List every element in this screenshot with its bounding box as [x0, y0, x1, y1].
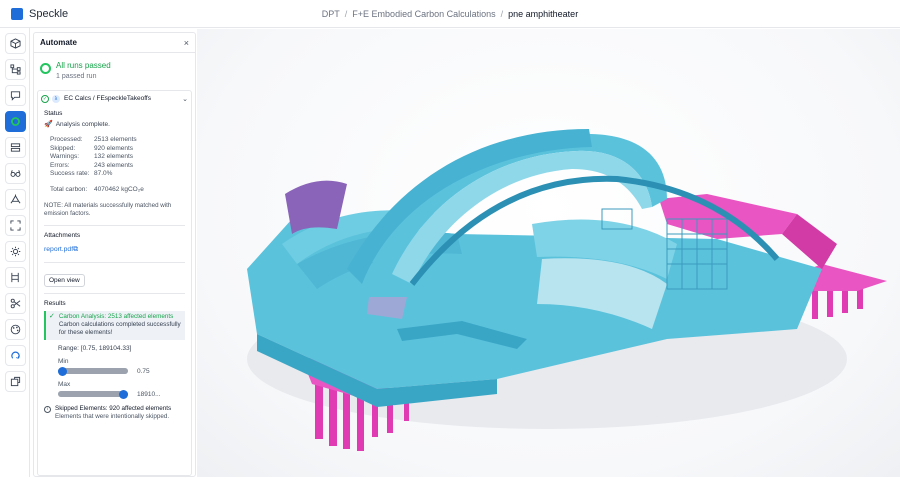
skipped-description: Elements that were intentionally skipped…: [55, 412, 170, 420]
breadcrumb-project[interactable]: DPT: [322, 9, 340, 19]
top-bar: Speckle DPT / F+E Embodied Carbon Calculat…: [0, 0, 900, 28]
status-line: 🚀 Analysis complete.: [44, 120, 185, 129]
panel-title: Automate: [40, 38, 77, 47]
discussions-button[interactable]: [5, 85, 26, 106]
focus-icon: [10, 220, 21, 231]
result-item-skipped[interactable]: i Skipped Elements: 920 affected element…: [44, 405, 185, 421]
external-link-icon: ⧉: [73, 245, 78, 253]
automate-button[interactable]: [5, 111, 26, 132]
app-name: Speckle: [29, 7, 69, 20]
open-view-button[interactable]: Open view: [44, 273, 85, 287]
breadcrumb-model[interactable]: pne amphitheater: [508, 9, 578, 19]
section-button[interactable]: [5, 293, 26, 314]
automate-panel: Automate × All runs passed 1 passed run …: [33, 32, 196, 477]
stat-row: Errors: 243 elements: [50, 161, 134, 169]
status-text: Analysis complete.: [55, 120, 110, 128]
rocket-icon: 🚀: [44, 121, 53, 128]
max-slider-row: 18910...: [58, 389, 185, 399]
min-label: Min: [58, 357, 69, 365]
close-icon[interactable]: ×: [184, 38, 189, 48]
breadcrumb-separator: /: [500, 8, 504, 19]
min-slider[interactable]: [58, 366, 128, 376]
max-label: Max: [58, 380, 71, 388]
color-filter-button[interactable]: [5, 319, 26, 340]
3d-viewport[interactable]: [197, 29, 900, 477]
results-label: Results: [44, 299, 66, 307]
explode-button[interactable]: [5, 189, 26, 210]
success-ring-icon: [40, 63, 51, 74]
min-slider-handle[interactable]: [58, 366, 67, 376]
stat-row: Processed: 2513 elements: [50, 136, 137, 143]
amphitheater-model[interactable]: [197, 29, 900, 477]
glasses-icon: [10, 170, 21, 177]
zoom-extents-button[interactable]: [5, 215, 26, 236]
panel-header: Automate ×: [34, 33, 195, 53]
light-icon: [10, 246, 21, 257]
max-slider[interactable]: [58, 389, 128, 399]
info-icon: i: [44, 405, 51, 413]
divider: [44, 261, 185, 263]
min-value: 0.75: [137, 367, 150, 375]
ellipse-icon: [10, 376, 21, 387]
result-description: Carbon calculations completed successful…: [58, 320, 181, 336]
function-run-card: ✓ λ EC Calcs / FEspeckleTakeoffs ⌄ Statu…: [37, 90, 192, 476]
measure-button[interactable]: [5, 267, 26, 288]
slider-fill: [58, 391, 128, 397]
function-lambda-icon: λ: [52, 94, 60, 103]
range-filter: Range: [0.75, 189104.33] Min 0.75 Max 18…: [44, 344, 185, 399]
scissors-icon: [10, 298, 21, 309]
light-button[interactable]: [5, 241, 26, 262]
range-label: Range: [0.75, 189104.33]: [58, 344, 132, 352]
automate-icon: [11, 117, 20, 126]
runs-summary-title: All runs passed: [56, 61, 111, 70]
max-value: 18910...: [137, 390, 161, 398]
dev-mode-button[interactable]: [5, 371, 26, 392]
materials-note: NOTE: All materials successfully matched…: [44, 201, 172, 218]
function-name: EC Calcs / FEspeckleTakeoffs: [64, 95, 151, 102]
viewer-toolbar: [0, 28, 30, 477]
stat-row: Success rate: 87.0%: [50, 170, 113, 177]
chevron-down-icon[interactable]: ⌄: [182, 95, 188, 103]
filters-button[interactable]: [5, 345, 26, 366]
scene-explorer-button[interactable]: [5, 59, 26, 80]
view-modes-button[interactable]: [5, 163, 26, 184]
runs-summary: All runs passed 1 passed run: [34, 53, 195, 84]
result-item-carbon[interactable]: ✓ Carbon Analysis: 2513 affected element…: [44, 310, 185, 340]
check-icon: ✓: [49, 312, 55, 320]
attachment-link[interactable]: report.pdf⧉: [44, 246, 185, 254]
divider: [44, 292, 185, 294]
breadcrumb-model-group[interactable]: F+E Embodied Carbon Calculations: [352, 9, 495, 19]
stat-row: Warnings: 132 elements: [50, 153, 134, 160]
max-slider-handle[interactable]: [119, 389, 128, 399]
models-button[interactable]: [5, 33, 26, 54]
check-circle-icon: ✓: [41, 94, 49, 103]
runs-summary-subtitle: 1 passed run: [56, 73, 97, 80]
filter-icon: [11, 351, 20, 359]
explode-icon: [10, 194, 21, 204]
chat-icon: [10, 91, 21, 101]
stats-list: Processed: 2513 elements Skipped: 920 elem…: [44, 136, 185, 179]
function-run-header[interactable]: ✓ λ EC Calcs / FEspeckleTakeoffs ⌄: [38, 91, 191, 106]
slider-fill: [58, 368, 128, 374]
skipped-title: Skipped Elements: 920 affected elements: [55, 404, 172, 412]
attachments-label: Attachments: [44, 231, 81, 239]
measure-icon: [11, 272, 19, 283]
status-label: Status: [44, 110, 63, 117]
result-title: Carbon Analysis: 2513 affected elements: [58, 312, 174, 320]
divider: [44, 224, 185, 226]
stat-row: Skipped: 920 elements: [50, 144, 134, 152]
views-button[interactable]: [5, 137, 26, 158]
layers-icon: [10, 143, 21, 152]
cube-icon: [10, 38, 21, 49]
app-logo[interactable]: Speckle: [11, 7, 69, 20]
total-carbon: Total carbon: 4070462 kgCO₂e: [50, 185, 144, 193]
min-slider-row: 0.75: [58, 366, 185, 376]
tree-icon: [10, 64, 21, 75]
breadcrumb-separator: /: [344, 8, 348, 19]
breadcrumb: DPT / F+E Embodied Carbon Calculations / pne…: [0, 9, 900, 19]
speckle-logo-icon: [11, 7, 23, 20]
palette-icon: [10, 324, 21, 335]
